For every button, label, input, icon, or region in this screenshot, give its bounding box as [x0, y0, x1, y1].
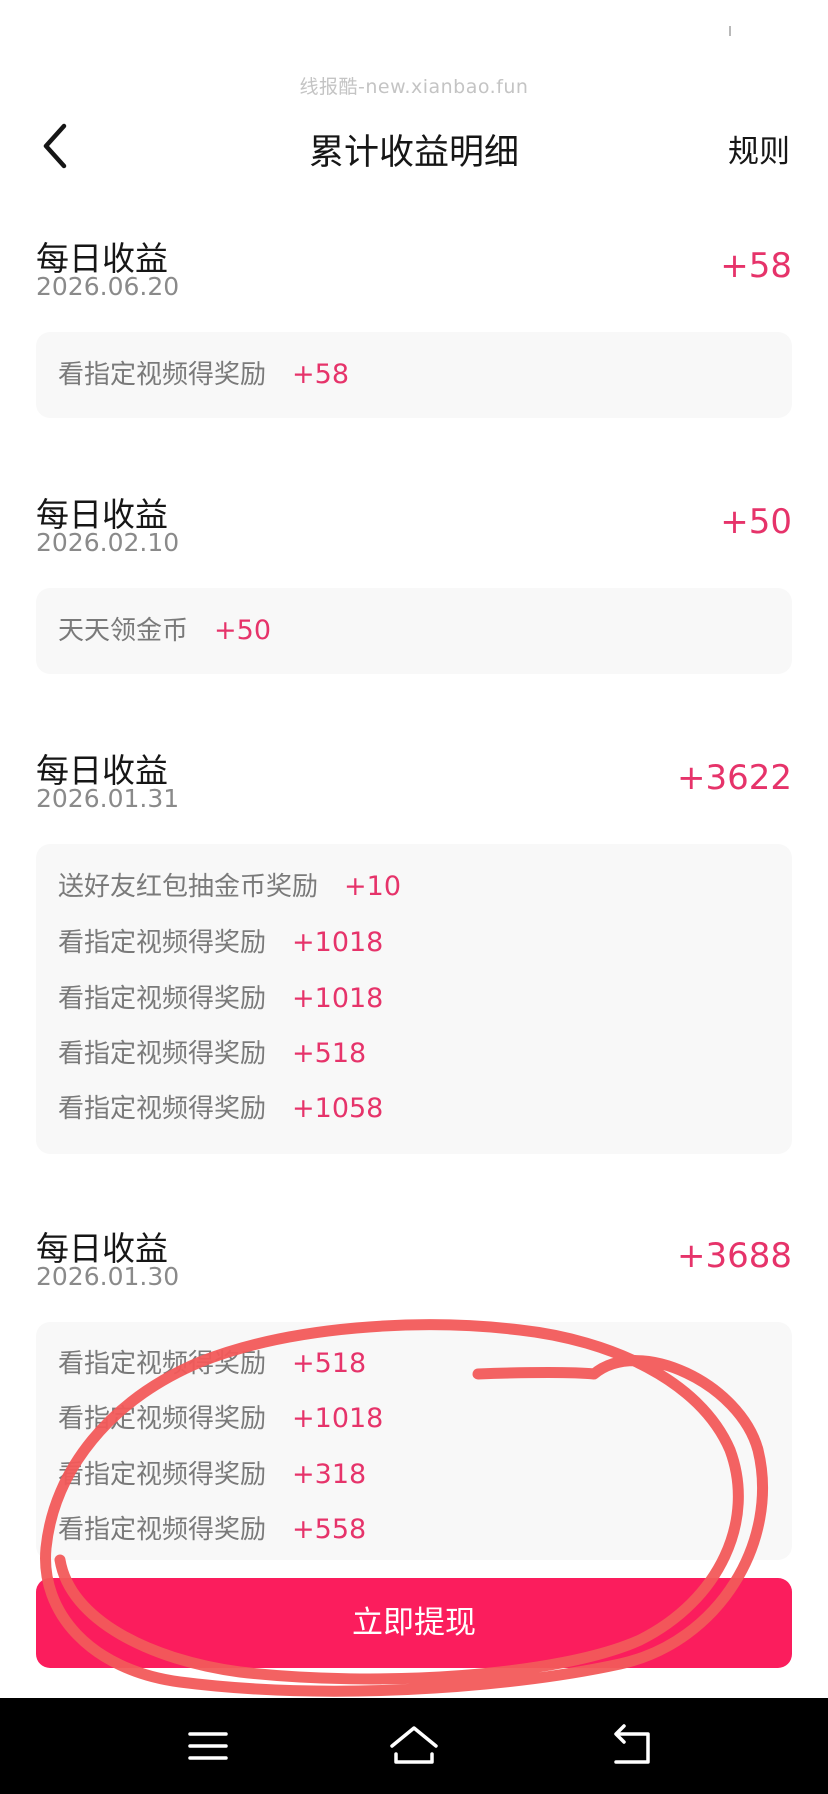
list-item: 看指定视频得奖励 +518 [58, 1344, 366, 1384]
list-item: 看指定视频得奖励 +318 [58, 1455, 366, 1495]
section-total: +3688 [676, 1236, 792, 1276]
nav-back-button[interactable] [602, 1716, 662, 1776]
entry-label: 看指定视频得奖励 [58, 1404, 267, 1434]
nav-menu-button[interactable] [178, 1716, 238, 1776]
entries-card: 天天领金币 +50 [36, 588, 792, 674]
list-item: 天天领金币 +50 [58, 611, 271, 651]
rules-link[interactable]: 规则 [728, 126, 790, 171]
entry-amount: +558 [292, 1514, 367, 1545]
entry-label: 看指定视频得奖励 [58, 1039, 267, 1069]
list-item: 看指定视频得奖励 +1018 [58, 923, 383, 963]
entry-label: 看指定视频得奖励 [58, 928, 267, 958]
entry-amount: +1018 [292, 983, 384, 1014]
section-total: +3622 [676, 758, 792, 798]
list-item: 看指定视频得奖励 +58 [58, 355, 349, 395]
nav-home-button[interactable] [384, 1716, 444, 1776]
entry-label: 天天领金币 [58, 616, 189, 646]
entries-card: 送好友红包抽金币奖励 +10 看指定视频得奖励 +1018 看指定视频得奖励 +101… [36, 844, 792, 1154]
list-item: 看指定视频得奖励 +1058 [58, 1089, 383, 1129]
system-nav-bar [0, 1698, 828, 1794]
status-indicator [729, 26, 731, 36]
section-date: 2026.01.31 [36, 784, 180, 813]
header: 累计收益明细 规则 [0, 116, 828, 176]
entry-label: 看指定视频得奖励 [58, 1349, 267, 1379]
daily-earnings-section: 每日收益 2026.01.31 +3622 送好友红包抽金币奖励 +10 看指定视… [36, 744, 792, 1164]
list-item: 看指定视频得奖励 +1018 [58, 979, 383, 1019]
daily-earnings-section: 每日收益 2026.02.10 +50 天天领金币 +50 [36, 488, 792, 678]
entry-amount: +1058 [292, 1093, 384, 1124]
list-item: 看指定视频得奖励 +1018 [58, 1399, 383, 1439]
entry-label: 看指定视频得奖励 [58, 360, 267, 390]
entry-label: 送好友红包抽金币奖励 [58, 872, 319, 902]
entry-amount: +10 [344, 871, 401, 902]
daily-earnings-section: 每日收益 2026.06.20 +58 看指定视频得奖励 +58 [36, 232, 792, 422]
section-date: 2026.06.20 [36, 272, 180, 301]
entries-card: 看指定视频得奖励 +58 [36, 332, 792, 418]
home-icon [390, 1726, 438, 1764]
entries-card: 看指定视频得奖励 +518 看指定视频得奖励 +1018 看指定视频得奖励 +318 … [36, 1322, 792, 1560]
section-date: 2026.02.10 [36, 528, 180, 557]
daily-earnings-section: 每日收益 2026.01.30 +3688 看指定视频得奖励 +518 看指定视频… [36, 1222, 792, 1560]
entry-amount: +1018 [292, 927, 384, 958]
entry-label: 看指定视频得奖励 [58, 1094, 267, 1124]
page-title: 累计收益明细 [308, 133, 519, 173]
watermark: 线报酷-new.xianbao.fun [299, 76, 529, 98]
entry-amount: +58 [292, 359, 349, 390]
entry-amount: +518 [292, 1348, 367, 1379]
section-total: +50 [720, 502, 792, 542]
menu-icon [188, 1732, 228, 1760]
withdraw-button[interactable]: 立即提现 [36, 1578, 792, 1668]
list-item: 看指定视频得奖励 +518 [58, 1034, 366, 1074]
entry-label: 看指定视频得奖励 [58, 1460, 267, 1490]
back-arrow-icon [614, 1724, 650, 1764]
entry-label: 看指定视频得奖励 [58, 1515, 267, 1545]
entry-amount: +50 [214, 615, 271, 646]
entry-amount: +1018 [292, 1403, 384, 1434]
section-total: +58 [720, 246, 792, 286]
section-date: 2026.01.30 [36, 1262, 180, 1291]
entry-label: 看指定视频得奖励 [58, 984, 267, 1014]
entry-amount: +518 [292, 1038, 367, 1069]
list-item: 送好友红包抽金币奖励 +10 [58, 867, 401, 907]
list-item: 看指定视频得奖励 +558 [58, 1510, 366, 1550]
page: 线报酷-new.xianbao.fun 累计收益明细 规则 每日收益 2026.… [0, 0, 828, 1794]
entry-amount: +318 [292, 1459, 367, 1490]
